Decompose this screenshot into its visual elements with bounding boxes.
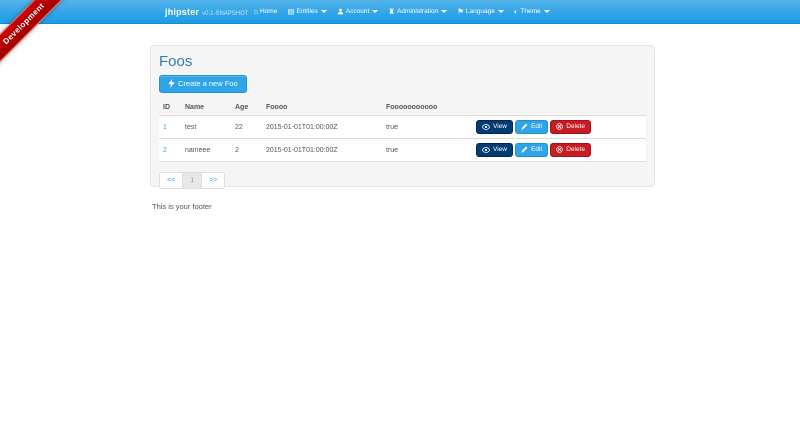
- pagination-page-1[interactable]: 1: [182, 172, 202, 189]
- row-actions: View Edit Delete: [476, 120, 642, 134]
- adjust-icon: ◐: [514, 8, 519, 16]
- flag-icon: ⚑: [457, 8, 464, 16]
- nav-label-theme: Theme: [520, 8, 540, 15]
- row-fooooooooooo-cell: true: [382, 116, 472, 139]
- view-button-label: View: [493, 146, 507, 153]
- row-id-link[interactable]: 1: [163, 124, 167, 131]
- delete-button[interactable]: Delete: [550, 143, 591, 157]
- header-id: ID: [159, 100, 181, 116]
- row-foooo-cell: 2015-01-01T01:00:00Z: [262, 139, 382, 162]
- header-foooo: Foooo: [262, 100, 382, 116]
- edit-button[interactable]: Edit: [515, 120, 548, 134]
- nav-label-home: Home: [260, 8, 277, 15]
- pagination-first-button[interactable]: <<: [159, 172, 183, 189]
- view-button[interactable]: View: [476, 120, 513, 134]
- header-name: Name: [181, 100, 231, 116]
- edit-button[interactable]: Edit: [515, 143, 548, 157]
- pagination: << 1 >>: [159, 172, 225, 189]
- nav-item-entities[interactable]: ▤ Entities: [282, 0, 331, 23]
- row-name-cell: nameee: [181, 139, 231, 162]
- header-actions: [472, 100, 646, 116]
- pencil-icon: [521, 123, 528, 130]
- nav-label-language: Language: [466, 8, 495, 15]
- footer-text: This is your footer: [152, 202, 212, 211]
- create-foo-button-label: Create a new Foo: [178, 79, 238, 88]
- row-fooooooooooo-cell: true: [382, 139, 472, 162]
- row-age-cell: 22: [231, 116, 262, 139]
- create-foo-button[interactable]: Create a new Foo: [159, 75, 247, 93]
- eye-icon: [482, 124, 490, 130]
- user-icon: [337, 8, 344, 15]
- brand-version: v0.1-SNAPSHOT: [202, 11, 248, 17]
- row-age-cell: 2: [231, 139, 262, 162]
- nav-label-administration: Administration: [397, 8, 438, 15]
- row-actions: View Edit Delete: [476, 143, 642, 157]
- chevron-down-icon: [321, 10, 327, 13]
- navbar-menu: ⌂ Home ▤ Entities Account ♜ Administrati…: [248, 0, 554, 23]
- home-icon: ⌂: [253, 8, 258, 16]
- edit-button-label: Edit: [531, 123, 542, 130]
- pencil-icon: [521, 146, 528, 153]
- flash-icon: [168, 79, 175, 88]
- eye-icon: [482, 147, 490, 153]
- delete-button-label: Delete: [566, 123, 585, 130]
- header-fooooooooooo: Fooooooooooo: [382, 100, 472, 116]
- main-panel: Foos Create a new Foo ID Name Age Foooo …: [150, 45, 655, 187]
- nav-item-account[interactable]: Account: [332, 0, 384, 23]
- row-name-cell: test: [181, 116, 231, 139]
- table-row: 1 test 22 2015-01-01T01:00:00Z true View…: [159, 116, 646, 139]
- edit-button-label: Edit: [531, 146, 542, 153]
- tower-icon: ♜: [388, 8, 395, 16]
- nav-item-administration[interactable]: ♜ Administration: [383, 0, 452, 23]
- foo-table: ID Name Age Foooo Fooooooooooo 1 test 22…: [159, 100, 646, 162]
- nav-item-language[interactable]: ⚑ Language: [452, 0, 509, 23]
- remove-circle-icon: [556, 146, 563, 153]
- chevron-down-icon: [498, 10, 504, 13]
- table-header-row: ID Name Age Foooo Fooooooooooo: [159, 100, 646, 116]
- chevron-down-icon: [544, 10, 550, 13]
- brand-name: jhipster: [165, 7, 199, 17]
- nav-label-entities: Entities: [296, 8, 317, 15]
- page-title: Foos: [159, 53, 646, 70]
- delete-button-label: Delete: [566, 146, 585, 153]
- remove-circle-icon: [556, 123, 563, 130]
- chevron-down-icon: [372, 10, 378, 13]
- nav-item-theme[interactable]: ◐ Theme: [509, 0, 555, 23]
- entities-list-icon: ▤: [287, 8, 294, 16]
- row-foooo-cell: 2015-01-01T01:00:00Z: [262, 116, 382, 139]
- table-row: 2 nameee 2 2015-01-01T01:00:00Z true Vie…: [159, 139, 646, 162]
- top-navbar: jhipster v0.1-SNAPSHOT ⌂ Home ▤ Entities…: [0, 0, 800, 24]
- nav-item-home[interactable]: ⌂ Home: [248, 0, 282, 23]
- view-button[interactable]: View: [476, 143, 513, 157]
- delete-button[interactable]: Delete: [550, 120, 591, 134]
- navbar-container: jhipster v0.1-SNAPSHOT ⌂ Home ▤ Entities…: [150, 0, 655, 23]
- brand-link[interactable]: jhipster v0.1-SNAPSHOT: [150, 7, 248, 17]
- header-age: Age: [231, 100, 262, 116]
- nav-label-account: Account: [346, 8, 370, 15]
- row-id-link[interactable]: 2: [163, 147, 167, 154]
- chevron-down-icon: [441, 10, 447, 13]
- view-button-label: View: [493, 123, 507, 130]
- pagination-last-button[interactable]: >>: [201, 172, 225, 189]
